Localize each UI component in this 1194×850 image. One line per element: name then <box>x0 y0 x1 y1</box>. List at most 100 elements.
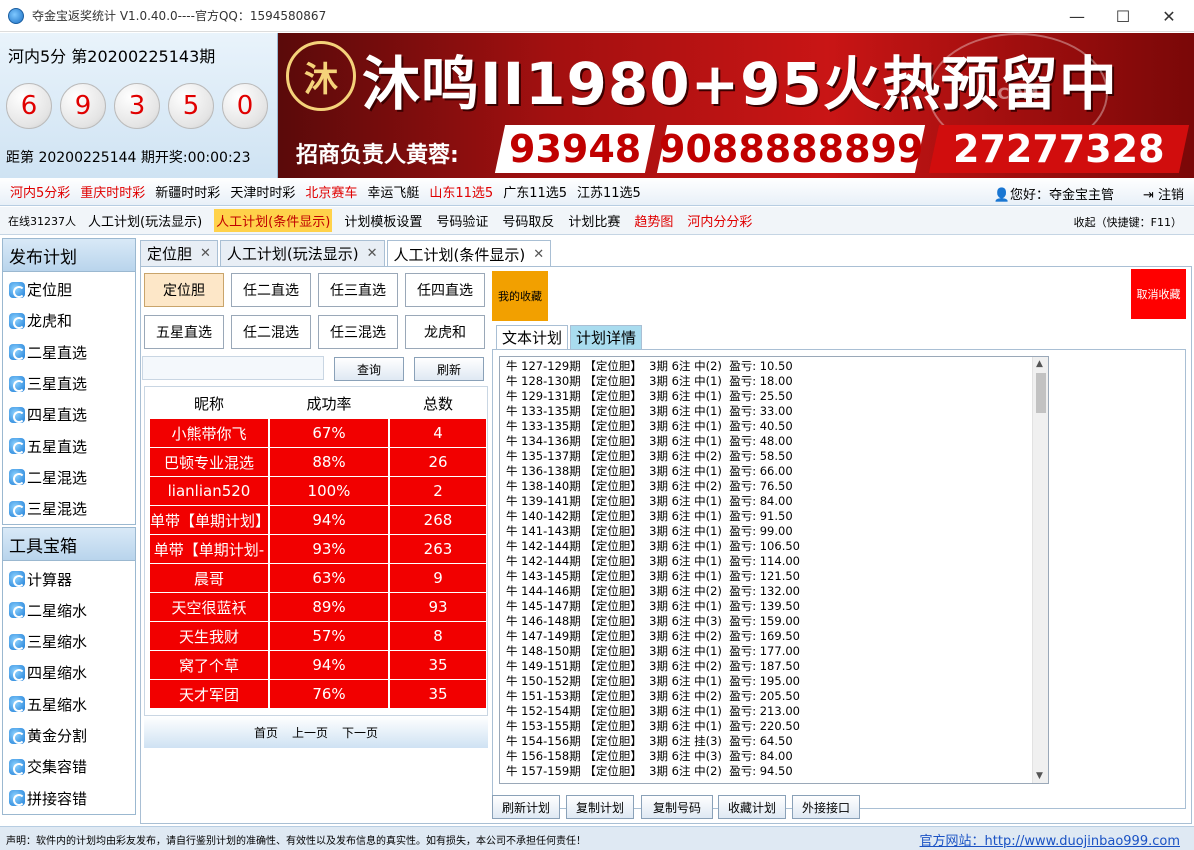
close-tab-icon[interactable]: ✕ <box>200 246 211 261</box>
sidebar-item[interactable]: 黄金分割 <box>3 720 135 751</box>
play-type-button[interactable]: 定位胆 <box>144 273 224 307</box>
title-bar: 夺金宝返奖统计 V1.0.40.0----官方QQ：1594580867 — ☐… <box>0 0 1194 32</box>
sidebar-item[interactable]: 三星直选 <box>3 368 135 399</box>
close-button[interactable]: ✕ <box>1146 0 1192 32</box>
play-type-button[interactable]: 任二混选 <box>231 315 311 349</box>
query-button[interactable]: 查询 <box>334 357 404 381</box>
sidebar-item[interactable]: 二星缩水 <box>3 595 135 626</box>
nickname-cell[interactable]: 天才军团 <box>150 680 268 708</box>
func-menu-item-active[interactable]: 人工计划(条件显示) <box>214 209 333 232</box>
lottery-menu-item[interactable]: 新疆时时彩 <box>155 182 220 201</box>
tool-icon <box>9 571 25 588</box>
refresh-button[interactable]: 刷新 <box>414 357 484 381</box>
plan-line: 牛 133-135期 【定位胆】 3期 6注 中(1) 盈亏: 33.00 <box>506 404 793 418</box>
tab[interactable]: 人工计划(玩法显示) ✕ <box>219 240 385 266</box>
nickname-cell[interactable]: 单带【单期计划】 <box>150 506 270 534</box>
search-input[interactable] <box>142 356 324 380</box>
sidebar-item[interactable]: 龙虎和 <box>3 305 135 336</box>
play-type-button[interactable]: 任三混选 <box>318 315 398 349</box>
nickname-cell[interactable]: 窝了个草 <box>150 651 268 679</box>
scroll-thumb[interactable] <box>1036 373 1046 413</box>
banner-contact-label: 招商负责人黄蓉: <box>296 143 459 168</box>
next-page-link[interactable]: 下一页 <box>342 724 378 741</box>
func-menu-item[interactable]: 计划模板设置 <box>342 209 424 232</box>
play-type-button[interactable]: 任四直选 <box>405 273 485 307</box>
func-menu-item[interactable]: 号码取反 <box>500 209 556 232</box>
sidebar-item[interactable]: 定位胆 <box>3 274 135 305</box>
sidebar-item[interactable]: 五星直选 <box>3 430 135 461</box>
lottery-menu-item[interactable]: 广东11选5 <box>503 182 567 201</box>
lottery-menu-item[interactable]: 北京赛车 <box>305 182 357 201</box>
first-page-link[interactable]: 首页 <box>254 724 278 741</box>
play-type-button[interactable]: 任二直选 <box>231 273 311 307</box>
nickname-cell[interactable]: 天空很蓝袄 <box>150 593 268 621</box>
close-tab-icon[interactable]: ✕ <box>367 246 378 261</box>
lottery-menu-item[interactable]: 重庆时时彩 <box>80 182 145 201</box>
lottery-menu-item[interactable]: 江苏11选5 <box>577 182 641 201</box>
tool-icon <box>9 790 25 807</box>
nickname-cell[interactable]: lianlian520 <box>150 477 268 505</box>
tab[interactable]: 定位胆 ✕ <box>140 240 218 266</box>
draw-balls: 6 9 3 5 0 <box>6 83 268 129</box>
nickname-cell[interactable]: 小熊带你飞 <box>150 419 268 447</box>
copy-plan-button[interactable]: 复制计划 <box>566 795 634 819</box>
plan-line: 牛 151-153期 【定位胆】 3期 6注 中(2) 盈亏: 205.50 <box>506 689 800 703</box>
nickname-cell[interactable]: 单带【单期计划- <box>150 535 268 563</box>
rate-cell: 57% <box>270 622 388 650</box>
refresh-plan-button[interactable]: 刷新计划 <box>492 795 560 819</box>
scrollbar[interactable]: ▲ ▼ <box>1032 357 1048 783</box>
nickname-cell[interactable]: 巴顿专业混选 <box>150 448 268 476</box>
status-bar: 声明：软件内的计划均由彩友发布，请自行鉴别计划的准确性、有效性以及发布信息的真实… <box>0 826 1194 850</box>
collapse-toggle[interactable]: 收起（快捷键：F11） <box>1074 214 1182 230</box>
sidebar-item[interactable]: 五星缩水 <box>3 689 135 720</box>
maximize-button[interactable]: ☐ <box>1100 0 1146 32</box>
sidebar-item[interactable]: 计算器 <box>3 563 135 594</box>
plan-text-list[interactable]: ▲ ▼ 牛 127-129期 【定位胆】 3期 6注 中(2) 盈亏: 10.5… <box>499 356 1049 784</box>
sidebar-item[interactable]: 二星混选 <box>3 462 135 493</box>
tab-text-plan[interactable]: 文本计划 <box>496 325 569 349</box>
plan-line: 牛 141-143期 【定位胆】 3期 6注 中(1) 盈亏: 99.00 <box>506 524 793 538</box>
cancel-favorite-button[interactable]: 取消收藏 <box>1131 269 1186 319</box>
sidebar-item[interactable]: 拼接容错 <box>3 782 135 813</box>
external-api-button[interactable]: 外接接口 <box>792 795 860 819</box>
sidebar-item[interactable]: 三星缩水 <box>3 626 135 657</box>
play-type-button[interactable]: 五星直选 <box>144 315 224 349</box>
my-favorites-button[interactable]: 我的收藏 <box>492 271 548 321</box>
func-menu-item[interactable]: 人工计划(玩法显示) <box>86 209 204 232</box>
window-title: 夺金宝返奖统计 V1.0.40.0----官方QQ：1594580867 <box>32 9 327 23</box>
nickname-cell[interactable]: 晨哥 <box>150 564 268 592</box>
sidebar-item[interactable]: 二星直选 <box>3 337 135 368</box>
func-menu-item[interactable]: 计划比赛 <box>566 209 622 232</box>
copy-numbers-button[interactable]: 复制号码 <box>641 795 713 819</box>
func-menu-item[interactable]: 号码验证 <box>434 209 490 232</box>
lottery-menu-item[interactable]: 天津时时彩 <box>230 182 295 201</box>
plan-line: 牛 140-142期 【定位胆】 3期 6注 中(1) 盈亏: 91.50 <box>506 509 793 523</box>
ad-banner[interactable]: 沐 沐鸣II1980+95火热预留中 COM 招商负责人黄蓉: 93948 90… <box>278 33 1194 178</box>
pager: 首页 上一页 下一页 <box>144 716 488 748</box>
plan-line: 牛 154-156期 【定位胆】 3期 6注 挂(3) 盈亏: 64.50 <box>506 734 793 748</box>
sidebar-item[interactable]: 三星混选 <box>3 493 135 524</box>
minimize-button[interactable]: — <box>1054 0 1100 32</box>
tab-active[interactable]: 人工计划(条件显示) ✕ <box>386 240 552 267</box>
lottery-menu-item[interactable]: 河内5分彩 <box>10 182 70 201</box>
plan-icon <box>9 469 25 486</box>
close-tab-icon[interactable]: ✕ <box>533 247 544 262</box>
sidebar-item[interactable]: 四星直选 <box>3 399 135 430</box>
func-menu-item[interactable]: 趋势图 <box>632 209 675 232</box>
scroll-down-icon[interactable]: ▼ <box>1036 771 1043 781</box>
play-type-button[interactable]: 任三直选 <box>318 273 398 307</box>
sidebar-item[interactable]: 四星缩水 <box>3 657 135 688</box>
play-type-button[interactable]: 龙虎和 <box>405 315 485 349</box>
lottery-menu-item[interactable]: 山东11选5 <box>429 182 493 201</box>
nickname-cell[interactable]: 天生我财 <box>150 622 268 650</box>
official-site-link[interactable]: 官方网站：http://www.duojinbao999.com <box>920 830 1180 849</box>
tab-plan-details[interactable]: 计划详情 <box>570 325 643 349</box>
main-tabs: 定位胆 ✕ 人工计划(玩法显示) ✕ 人工计划(条件显示) ✕ <box>140 240 553 267</box>
logout-button[interactable]: ⇥ 注销 <box>1143 184 1184 203</box>
lottery-menu-item[interactable]: 幸运飞艇 <box>367 182 419 201</box>
save-plan-button[interactable]: 收藏计划 <box>718 795 786 819</box>
scroll-up-icon[interactable]: ▲ <box>1036 359 1043 369</box>
func-menu-item[interactable]: 河内分分彩 <box>685 209 754 232</box>
prev-page-link[interactable]: 上一页 <box>292 724 328 741</box>
sidebar-item[interactable]: 交集容错 <box>3 751 135 782</box>
